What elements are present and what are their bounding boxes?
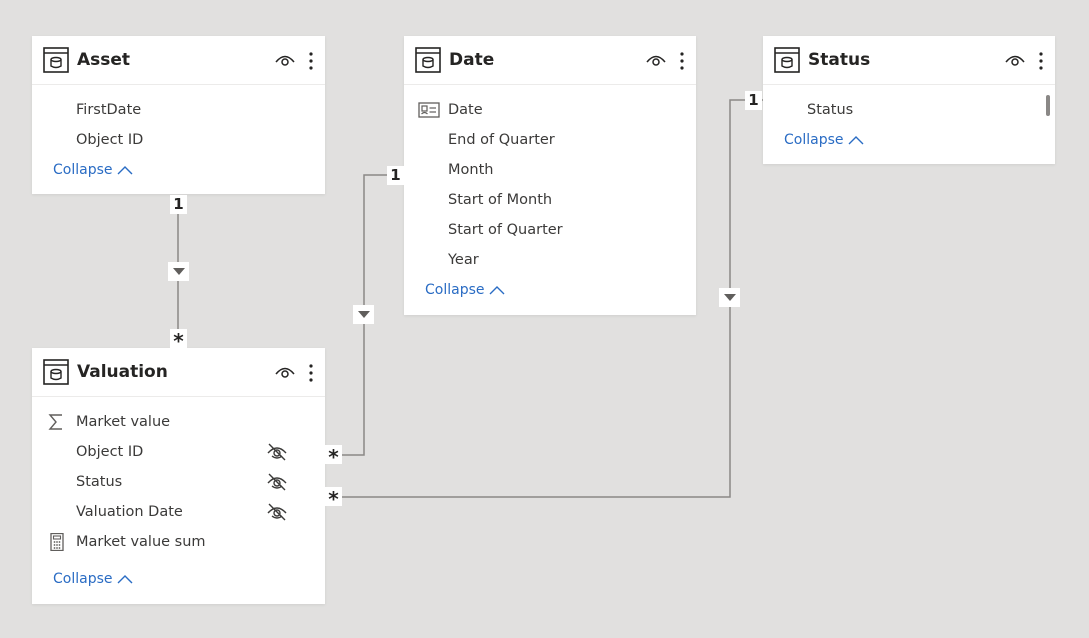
field-name: Start of Quarter (448, 222, 563, 238)
cardinality-many-status: * (325, 487, 342, 509)
table-header[interactable]: Status (763, 36, 1055, 85)
field-row[interactable]: Status (32, 467, 325, 497)
calculator-icon (50, 533, 64, 551)
field-name: Market value (76, 414, 171, 430)
field-row[interactable]: Start of Quarter (404, 215, 696, 245)
field-row[interactable]: End of Quarter (404, 125, 696, 155)
field-row[interactable]: Month (404, 155, 696, 185)
field-name: Year (448, 252, 479, 268)
table-header[interactable]: Date (404, 36, 696, 85)
sigma-icon (48, 414, 62, 430)
date-field-icon (418, 102, 440, 118)
scrollbar[interactable] (1046, 95, 1050, 116)
table-card-asset[interactable]: Asset FirstDate Object ID Collapse (32, 36, 325, 194)
collapse-button[interactable]: Collapse (32, 160, 325, 180)
field-row[interactable]: Object ID (32, 125, 325, 155)
field-row[interactable]: Year (404, 245, 696, 275)
triangle-down-icon (172, 268, 185, 275)
triangle-down-icon (723, 294, 736, 301)
table-icon (415, 47, 441, 73)
field-row[interactable]: Market value (32, 407, 325, 437)
chevron-up-icon (848, 136, 863, 145)
field-row[interactable]: FirstDate (32, 95, 325, 125)
field-name: Valuation Date (76, 504, 183, 520)
collapse-button[interactable]: Collapse (404, 280, 696, 300)
table-card-valuation[interactable]: Valuation Market value Object ID Status … (32, 348, 325, 604)
hidden-eye-icon[interactable] (266, 502, 288, 522)
table-icon (774, 47, 800, 73)
collapse-label: Collapse (784, 132, 844, 148)
field-row[interactable]: Valuation Date (32, 497, 325, 527)
table-title: Status (808, 50, 871, 70)
field-name: Object ID (76, 132, 144, 148)
table-title: Valuation (77, 362, 168, 382)
more-options-icon[interactable] (679, 51, 685, 71)
table-title: Asset (77, 50, 131, 70)
collapse-label: Collapse (53, 162, 113, 178)
hidden-eye-icon[interactable] (266, 442, 288, 462)
filter-direction-status[interactable] (719, 288, 740, 307)
table-icon (43, 47, 69, 73)
cardinality-many-asset: * (170, 329, 187, 351)
field-row[interactable]: Date (404, 95, 696, 125)
cardinality-one-asset: 1 (170, 195, 187, 214)
collapse-label: Collapse (53, 571, 113, 587)
more-options-icon[interactable] (1038, 51, 1044, 71)
field-name: Status (807, 102, 854, 118)
filter-direction-date[interactable] (353, 305, 374, 324)
chevron-up-icon (117, 166, 132, 175)
table-title: Date (449, 50, 495, 70)
cardinality-one-status: 1 (745, 91, 762, 110)
field-row[interactable]: Market value sum (32, 527, 325, 557)
field-name: FirstDate (76, 102, 142, 118)
filter-direction-asset[interactable] (168, 262, 189, 281)
cardinality-one-date: 1 (387, 166, 404, 185)
collapse-label: Collapse (425, 282, 485, 298)
chevron-up-icon (117, 575, 132, 584)
field-name: Start of Month (448, 192, 553, 208)
field-name: Date (448, 102, 483, 118)
field-row[interactable]: Object ID (32, 437, 325, 467)
field-name: Object ID (76, 444, 144, 460)
table-card-date[interactable]: Date Date End of Quarter Month Start of … (404, 36, 696, 315)
field-row[interactable]: Start of Month (404, 185, 696, 215)
field-name: End of Quarter (448, 132, 555, 148)
more-options-icon[interactable] (308, 363, 314, 383)
more-options-icon[interactable] (308, 51, 314, 71)
eye-icon[interactable] (1005, 52, 1025, 68)
cardinality-many-date: * (325, 445, 342, 467)
eye-icon[interactable] (275, 52, 295, 68)
field-name: Market value sum (76, 534, 206, 550)
triangle-down-icon (357, 311, 370, 318)
eye-icon[interactable] (275, 364, 295, 380)
table-icon (43, 359, 69, 385)
field-row[interactable]: Status (763, 95, 1055, 125)
collapse-button[interactable]: Collapse (763, 130, 1055, 150)
table-header[interactable]: Valuation (32, 348, 325, 397)
chevron-up-icon (489, 286, 504, 295)
field-name: Status (76, 474, 123, 490)
collapse-button[interactable]: Collapse (32, 569, 325, 589)
field-name: Month (448, 162, 494, 178)
table-card-status[interactable]: Status Status Collapse (763, 36, 1055, 164)
hidden-eye-icon[interactable] (266, 472, 288, 492)
table-header[interactable]: Asset (32, 36, 325, 85)
eye-icon[interactable] (646, 52, 666, 68)
